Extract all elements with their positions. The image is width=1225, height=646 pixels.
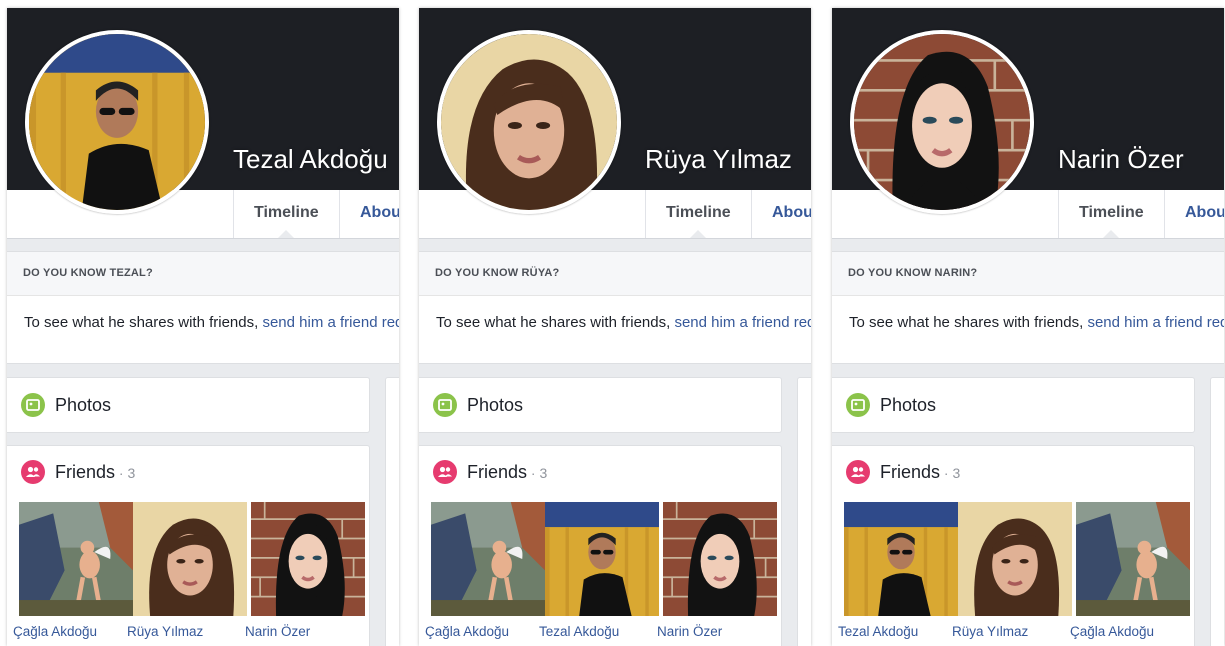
do-you-know-header: DO YOU KNOW NARIN?: [832, 252, 1224, 296]
profile-name[interactable]: Narin Özer: [1058, 144, 1184, 175]
photos-icon: [433, 393, 457, 417]
friend-name[interactable]: Tezal Akdoğu: [539, 624, 619, 639]
friend-item[interactable]: Tezal Akdoğu: [838, 502, 958, 639]
know-text-prefix: To see what he shares with friends,: [24, 314, 259, 331]
friend-name[interactable]: Çağla Akdoğu: [13, 624, 97, 639]
friend-name[interactable]: Narin Özer: [245, 624, 310, 639]
do-you-know-title: DO YOU KNOW TEZAL?: [23, 267, 153, 279]
friend-name[interactable]: Çağla Akdoğu: [425, 624, 509, 639]
friend-name[interactable]: Çağla Akdoğu: [1070, 624, 1154, 639]
know-text-prefix: To see what he shares with friends,: [849, 314, 1084, 331]
photos-label: Photos: [467, 395, 524, 415]
friends-label: Friends: [55, 462, 116, 482]
friend-photo[interactable]: [1076, 502, 1190, 616]
photos-label: Photos: [880, 395, 937, 415]
friend-item[interactable]: Tezal Akdoğu: [539, 502, 659, 639]
friends-icon: [21, 460, 45, 484]
profile-avatar[interactable]: [850, 30, 1034, 214]
do-you-know-text: To see what he shares with friends, send…: [849, 314, 1224, 331]
do-you-know-header: DO YOU KNOW TEZAL?: [7, 252, 399, 296]
send-friend-request-link[interactable]: send him a friend request: [262, 314, 399, 331]
friends-icon: [433, 460, 457, 484]
friend-photo[interactable]: [133, 502, 247, 616]
friend-item[interactable]: Narin Özer: [245, 502, 365, 639]
friends-card: Friends · 3 Çağla Akdoğu Tezal Akdoğu Na…: [419, 445, 782, 646]
send-friend-request-link[interactable]: send him a friend request: [674, 314, 811, 331]
friend-photo[interactable]: [545, 502, 659, 616]
profile-panel: Narin Özer Timeline About DO YOU KNOW NA…: [832, 8, 1224, 646]
know-text-prefix: To see what he shares with friends,: [436, 314, 671, 331]
tab-about[interactable]: About: [1164, 190, 1224, 238]
friends-label: Friends: [880, 462, 941, 482]
friends-heading[interactable]: Friends · 3: [880, 462, 960, 483]
do-you-know-header: DO YOU KNOW RÜYA?: [419, 252, 811, 296]
friend-name[interactable]: Narin Özer: [657, 624, 722, 639]
friends-card: Friends · 3 Tezal Akdoğu Rüya Yılmaz Çağ…: [832, 445, 1195, 646]
send-friend-request-link[interactable]: send him a friend request: [1087, 314, 1224, 331]
friend-item[interactable]: Çağla Akdoğu: [13, 502, 133, 639]
active-tab-caret: [278, 230, 294, 238]
friend-item[interactable]: Rüya Yılmaz: [952, 502, 1072, 639]
photos-card[interactable]: Photos: [419, 377, 782, 433]
friend-photo[interactable]: [663, 502, 777, 616]
profile-name[interactable]: Rüya Yılmaz: [645, 144, 792, 175]
friends-heading[interactable]: Friends · 3: [55, 462, 135, 483]
friends-card: Friends · 3 Çağla Akdoğu Rüya Yılmaz Nar…: [7, 445, 370, 646]
do-you-know-text: To see what he shares with friends, send…: [436, 314, 811, 331]
profile-name[interactable]: Tezal Akdoğu: [233, 144, 388, 175]
tab-about[interactable]: About: [751, 190, 811, 238]
friend-item[interactable]: Çağla Akdoğu: [425, 502, 545, 639]
profile-avatar[interactable]: [437, 30, 621, 214]
right-column-card: [385, 377, 399, 646]
friend-photo[interactable]: [19, 502, 133, 616]
active-tab-caret: [1103, 230, 1119, 238]
friends-count: · 3: [940, 465, 961, 481]
friend-item[interactable]: Rüya Yılmaz: [127, 502, 247, 639]
photos-card[interactable]: Photos: [832, 377, 1195, 433]
photos-label: Photos: [55, 395, 112, 415]
friends-icon: [846, 460, 870, 484]
friends-heading[interactable]: Friends · 3: [467, 462, 547, 483]
do-you-know-card: DO YOU KNOW TEZAL? To see what he shares…: [7, 251, 399, 364]
friend-item[interactable]: Narin Özer: [657, 502, 777, 639]
friend-item[interactable]: Çağla Akdoğu: [1070, 502, 1190, 639]
do-you-know-title: DO YOU KNOW NARIN?: [848, 267, 978, 279]
do-you-know-text: To see what he shares with friends, send…: [24, 314, 399, 331]
friend-name[interactable]: Rüya Yılmaz: [952, 624, 1028, 639]
friend-photo[interactable]: [958, 502, 1072, 616]
friend-photo[interactable]: [844, 502, 958, 616]
profile-panel: Rüya Yılmaz Timeline About DO YOU KNOW R…: [419, 8, 811, 646]
tab-about[interactable]: About: [339, 190, 399, 238]
friends-count: · 3: [527, 465, 548, 481]
do-you-know-card: DO YOU KNOW NARIN? To see what he shares…: [832, 251, 1224, 364]
photos-icon: [846, 393, 870, 417]
do-you-know-card: DO YOU KNOW RÜYA? To see what he shares …: [419, 251, 811, 364]
photos-icon: [21, 393, 45, 417]
friend-name[interactable]: Tezal Akdoğu: [838, 624, 918, 639]
friend-photo[interactable]: [251, 502, 365, 616]
profile-panel: Tezal Akdoğu Timeline About DO YOU KNOW …: [7, 8, 399, 646]
friend-photo[interactable]: [431, 502, 545, 616]
photos-card[interactable]: Photos: [7, 377, 370, 433]
profile-avatar[interactable]: [25, 30, 209, 214]
right-column-card: [1210, 377, 1224, 646]
right-column-card: [797, 377, 811, 646]
friend-name[interactable]: Rüya Yılmaz: [127, 624, 203, 639]
do-you-know-title: DO YOU KNOW RÜYA?: [435, 267, 560, 279]
active-tab-caret: [690, 230, 706, 238]
friends-count: · 3: [115, 465, 136, 481]
friends-label: Friends: [467, 462, 528, 482]
